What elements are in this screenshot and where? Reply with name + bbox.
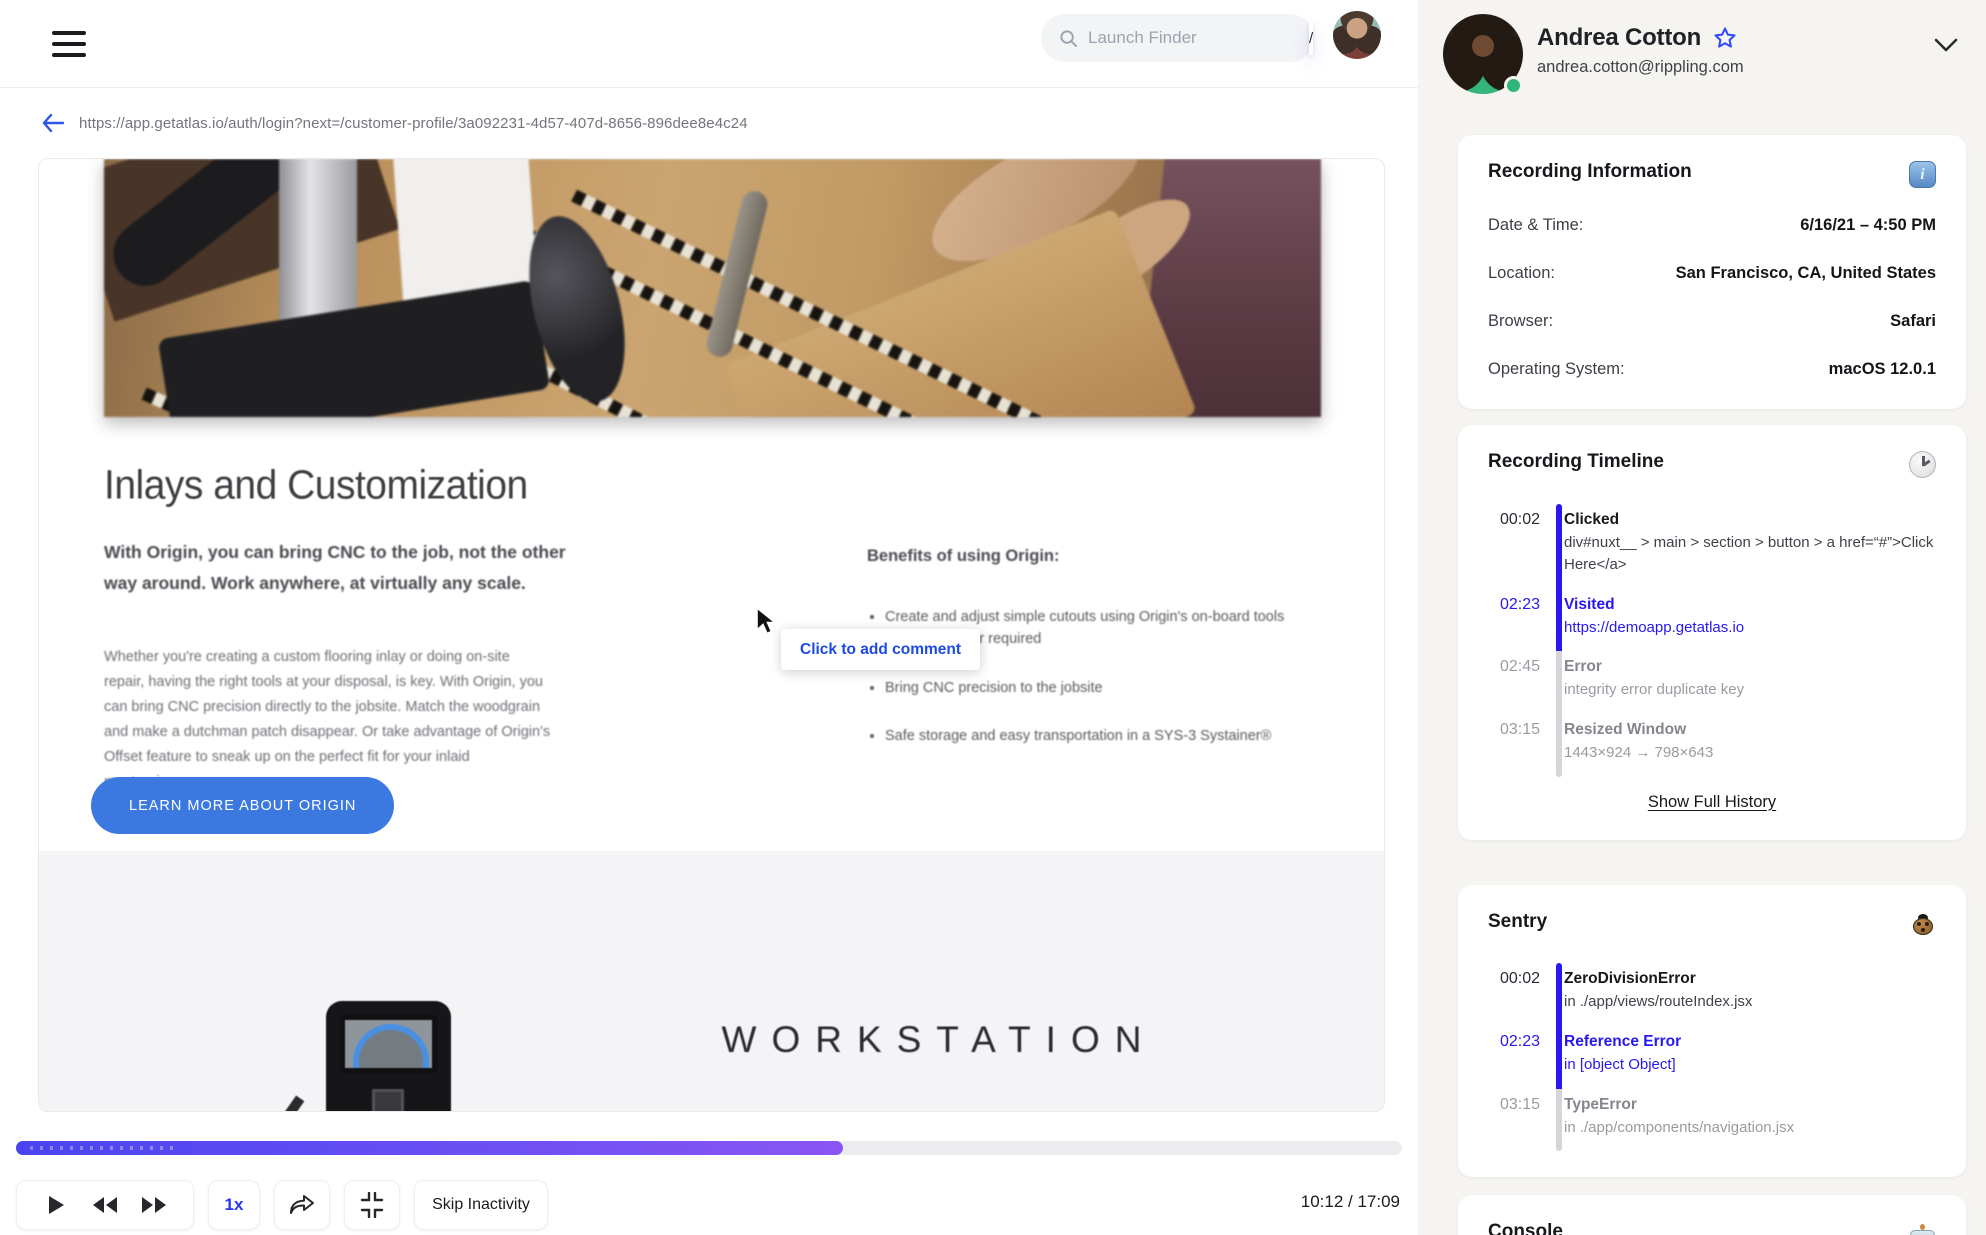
session-replay-app: / https://app.getatlas.io/auth/login?nex… [0, 0, 1986, 1235]
top-bar: / [0, 0, 1418, 88]
transport-controls [16, 1180, 194, 1230]
main-panel: / https://app.getatlas.io/auth/login?nex… [0, 0, 1418, 1235]
show-full-history-link[interactable]: Show Full History [1648, 793, 1776, 812]
skip-inactivity-button[interactable]: Skip Inactivity [414, 1180, 548, 1230]
details-sidebar: Andrea Cotton andrea.cotton@rippling.com… [1418, 0, 1986, 1235]
share-arrow-icon [290, 1195, 314, 1214]
profile-email: andrea.cotton@rippling.com [1537, 58, 1744, 76]
replay-body-paragraph: Whether you're creating a custom floorin… [104, 649, 551, 790]
info-row-browser: Browser: Safari [1488, 312, 1936, 330]
ladybug-icon [1910, 911, 1936, 937]
recording-timeline-title: Recording Timeline [1488, 451, 1664, 472]
benefit-item: Bring CNC precision to the jobsite [885, 678, 1295, 700]
collapse-view-button[interactable] [344, 1180, 400, 1230]
playback-time: 10:12 / 17:09 [1300, 1192, 1400, 1211]
timeline-event[interactable]: 00:02 Clicked div#nuxt__ > main > sectio… [1488, 504, 1936, 589]
clock-icon [1909, 451, 1936, 478]
hamburger-menu-icon[interactable] [52, 31, 86, 58]
console-title: Console [1488, 1221, 1563, 1235]
search-icon [1060, 29, 1078, 47]
sentry-event[interactable]: 03:15 TypeError in ./app/components/navi… [1488, 1088, 1936, 1152]
replay-footer-section: WORKSTATION [39, 851, 1384, 1111]
online-status-dot [1504, 76, 1523, 95]
console-card: Console [1458, 1195, 1966, 1235]
timeline-event[interactable]: 03:15 Resized Window 1443×924 → 798×643 [1488, 714, 1936, 777]
recording-timeline-card: Recording Timeline 00:02 Clicked div#nux… [1458, 425, 1966, 840]
woodworking-photo [104, 159, 1321, 417]
sentry-title: Sentry [1488, 911, 1548, 932]
sentry-event[interactable]: 02:23 Reference Error in [object Object] [1488, 1025, 1936, 1089]
back-arrow-icon[interactable] [41, 113, 65, 133]
benefits-title: Benefits of using Origin: [867, 547, 1060, 565]
player-controls: 1x Skip Inactivity 10:12 / 17:09 [0, 1180, 1418, 1230]
recording-information-title: Recording Information [1488, 161, 1692, 182]
user-profile-header: Andrea Cotton andrea.cotton@rippling.com [1418, 0, 1986, 120]
playback-progress-fill [16, 1141, 843, 1155]
replay-heading: Inlays and Customization [104, 463, 528, 508]
replay-viewport: Inlays and Customization With Origin, yo… [38, 158, 1385, 1112]
workstation-logo: WORKSTATION [721, 1019, 1157, 1060]
favorite-star-icon[interactable] [1713, 26, 1737, 50]
sentry-card: Sentry 00:02 ZeroDivisionError in ./app/… [1458, 885, 1966, 1178]
current-user-avatar[interactable] [1333, 11, 1381, 59]
info-row-location: Location: San Francisco, CA, United Stat… [1488, 264, 1936, 282]
info-row-date-time: Date & Time: 6/16/21 – 4:50 PM [1488, 216, 1936, 234]
origin-device-image [261, 1001, 451, 1111]
timeline-event[interactable]: 02:45 Error integrity error duplicate ke… [1488, 651, 1936, 714]
robot-icon [1909, 1224, 1936, 1235]
slash-shortcut-key: / [1309, 21, 1314, 55]
playback-progress-bar[interactable] [16, 1141, 1402, 1155]
replay-lead-paragraph: With Origin, you can bring CNC to the jo… [104, 542, 566, 593]
chevron-down-icon[interactable] [1934, 38, 1958, 54]
recording-url-bar: https://app.getatlas.io/auth/login?next=… [41, 106, 748, 140]
playback-speed-button[interactable]: 1x [208, 1180, 260, 1230]
collapse-corners-icon [360, 1192, 384, 1218]
profile-name: Andrea Cotton [1537, 24, 1702, 51]
learn-more-button[interactable]: LEARN MORE ABOUT ORIGIN [91, 777, 395, 834]
timeline-event[interactable]: 02:23 Visited https://demoapp.getatlas.i… [1488, 588, 1936, 652]
info-icon: i [1909, 161, 1936, 188]
recorded-page-url: https://app.getatlas.io/auth/login?next=… [79, 114, 748, 132]
benefit-item: Safe storage and easy transportation in … [885, 726, 1295, 748]
add-comment-tooltip[interactable]: Click to add comment [781, 629, 981, 670]
sentry-event[interactable]: 00:02 ZeroDivisionError in ./app/views/r… [1488, 963, 1936, 1026]
rewind-button[interactable] [85, 1180, 125, 1230]
info-row-os: Operating System: macOS 12.0.1 [1488, 360, 1936, 378]
share-button[interactable] [274, 1180, 330, 1230]
recording-information-card: Recording Information i Date & Time: 6/1… [1458, 135, 1966, 409]
play-button[interactable] [36, 1180, 76, 1230]
fast-forward-button[interactable] [134, 1180, 174, 1230]
search-input[interactable] [1088, 28, 1309, 48]
search-box[interactable]: / [1041, 14, 1314, 62]
recorded-cursor-icon [756, 607, 778, 635]
